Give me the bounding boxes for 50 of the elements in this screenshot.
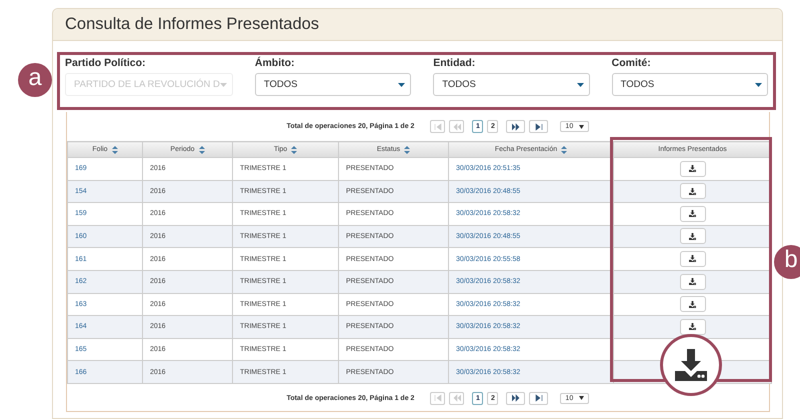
download-icon [689, 210, 696, 218]
prev-arrow-icon [452, 122, 461, 130]
caret-icon [579, 396, 584, 400]
download-button[interactable] [680, 250, 706, 267]
first-arrow-icon [434, 394, 442, 402]
sort-icon [404, 146, 410, 154]
download-icon [689, 188, 696, 195]
download-icon [689, 323, 696, 330]
download-button[interactable] [680, 228, 706, 244]
last-arrow-icon [534, 122, 543, 130]
sort-icon [112, 146, 118, 154]
download-icon [689, 255, 696, 262]
last-arrow-icon [534, 394, 543, 402]
download-icon [675, 349, 707, 381]
download-button[interactable] [680, 274, 706, 290]
filter-label: Partido Político: [65, 57, 147, 69]
next-arrow-icon [512, 122, 520, 130]
caret-icon [755, 82, 762, 86]
download-icon [689, 232, 696, 240]
last-page-button[interactable] [529, 392, 548, 405]
next-arrow-icon [512, 394, 520, 402]
caret-icon [579, 124, 584, 128]
caret-icon [220, 82, 227, 86]
filter-select[interactable]: TODOS [433, 73, 590, 96]
download-icon [689, 300, 696, 308]
download-button[interactable] [680, 296, 706, 312]
sort-icon [291, 146, 298, 154]
filter-select[interactable]: TODOS [612, 73, 768, 96]
callout-badge: a [18, 63, 52, 97]
caret-icon [576, 82, 584, 86]
next-page-button[interactable] [506, 392, 526, 405]
first-arrow-icon [434, 122, 442, 130]
page-title: Consulta de Informes Presentados [65, 15, 320, 34]
prev-arrow-icon [452, 394, 461, 402]
filter-label: Comité: [612, 57, 652, 69]
callout-badge: b [774, 245, 800, 279]
sort-icon [561, 146, 568, 154]
filter-label: Entidad: [433, 57, 476, 69]
sort-icon [198, 146, 205, 154]
filter-select[interactable]: TODOS [254, 73, 412, 96]
last-page-button[interactable] [529, 120, 548, 133]
download-icon [689, 278, 696, 286]
download-button[interactable] [680, 206, 706, 222]
caret-icon [398, 82, 406, 86]
filter-label: Ámbito: [254, 57, 296, 69]
download-button[interactable] [680, 183, 706, 200]
download-button[interactable] [680, 318, 706, 335]
download-button[interactable] [680, 160, 706, 177]
next-page-button[interactable] [506, 120, 526, 133]
download-icon [689, 165, 696, 172]
